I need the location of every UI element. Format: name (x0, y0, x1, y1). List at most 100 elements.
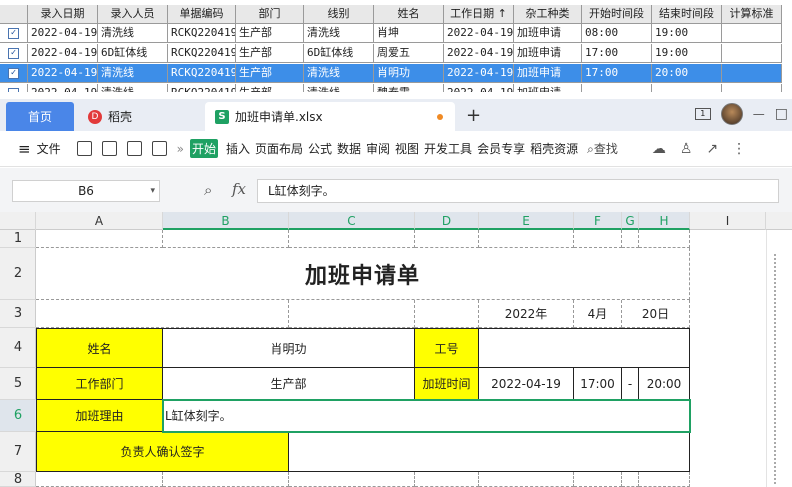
bg-table-cell[interactable]: 加班申请 (514, 44, 582, 63)
cell-e1[interactable] (479, 230, 574, 248)
ribbon-tab[interactable]: 会员专享 (477, 140, 525, 157)
supervisor-signature-label[interactable]: 负责人确认签字 (36, 432, 289, 472)
layout-icon[interactable]: 1 (694, 108, 711, 120)
overtime-dash[interactable]: - (622, 368, 639, 400)
row-header[interactable]: 3 (0, 300, 36, 328)
bg-header-cell[interactable]: 单据编码 (168, 5, 236, 24)
bg-table-cell[interactable]: RCKQ220419 (168, 24, 236, 43)
employee-id-label[interactable]: 工号 (415, 328, 479, 368)
bg-table-row[interactable]: 2022-04-19清洗线RCKQ220419生产部清洗线魏泰震2022-04-… (0, 84, 782, 92)
more-options-icon[interactable]: ⋮ (732, 141, 746, 157)
row-checkbox[interactable]: ✓ (0, 64, 28, 83)
bg-table-cell[interactable]: 周爱五 (374, 44, 444, 63)
ribbon-tab[interactable]: 插入 (226, 140, 250, 157)
department-value[interactable]: 生产部 (163, 368, 415, 400)
bg-table-cell[interactable]: RCKQ220419 (168, 84, 236, 92)
maximize-icon[interactable]: □ (775, 106, 788, 122)
bg-header-cell[interactable]: 姓名 (374, 5, 444, 24)
bg-header-cell[interactable]: 部门 (236, 5, 304, 24)
select-all-corner[interactable] (0, 212, 36, 230)
export-icon[interactable] (101, 141, 117, 156)
bg-table-cell[interactable]: 魏泰震 (374, 84, 444, 92)
name-label[interactable]: 姓名 (36, 328, 163, 368)
bg-header-cell[interactable]: 结束时间段 (652, 5, 722, 24)
tab-start[interactable]: 开始 (189, 139, 218, 158)
bg-table-cell[interactable] (652, 84, 722, 92)
bg-table-cell[interactable]: 19:00 (652, 24, 722, 43)
cell-c3[interactable] (289, 300, 415, 328)
bg-header-cell[interactable]: 录入人员 (98, 5, 168, 24)
employee-id-value[interactable] (479, 328, 690, 368)
column-header[interactable]: A (36, 212, 163, 230)
share-icon[interactable]: ↗ (706, 141, 718, 157)
bg-table-cell[interactable]: 肖明功 (374, 64, 444, 83)
bg-table-row[interactable]: ✓ 2022-04-19 清洗线 RCKQ220419 生产部 清洗线 肖明功 2022-04… (0, 64, 782, 83)
minimize-icon[interactable]: — (753, 107, 765, 121)
bg-table-cell[interactable] (722, 24, 782, 43)
bg-table-cell[interactable]: 加班申请 (514, 24, 582, 43)
cell-f1[interactable] (574, 230, 622, 248)
bg-table-cell[interactable]: 2022-04-19 (444, 84, 514, 92)
tab-home[interactable]: 首页 (6, 102, 74, 131)
bg-table-cell[interactable]: 肖坤 (374, 24, 444, 43)
ribbon-tab[interactable]: 稻壳资源 (530, 140, 578, 157)
share-user-icon[interactable]: ♙ (680, 141, 693, 157)
bg-header-cell[interactable]: 杂工种类 (514, 5, 582, 24)
cell-f8[interactable] (574, 472, 622, 487)
bg-header-cell[interactable]: 计算标准 (722, 5, 782, 24)
row-header[interactable]: 1 (0, 230, 36, 248)
function-icon[interactable]: fx (232, 180, 246, 198)
bg-table-cell[interactable]: 加班申请 (514, 84, 582, 92)
row-checkbox[interactable]: ✓ (0, 44, 28, 63)
bg-table-cell[interactable]: RCKQ220419 (168, 44, 236, 63)
bg-table-cell[interactable]: 20:00 (652, 64, 722, 83)
bg-table-cell[interactable]: 17:00 (582, 44, 652, 63)
bg-table-cell[interactable]: 2022-04-19 (444, 44, 514, 63)
cell-d3[interactable] (415, 300, 479, 328)
bg-table-cell[interactable]: 2022-04-19 (444, 24, 514, 43)
preview-icon[interactable] (151, 141, 167, 156)
tab-docer[interactable]: D 稻壳 (80, 102, 200, 131)
cell-d8[interactable] (415, 472, 479, 487)
ribbon-tab[interactable]: 公式 (308, 140, 332, 157)
row-header[interactable]: 6 (0, 400, 36, 432)
bg-table-cell[interactable]: 2022-04-19 (444, 64, 514, 83)
form-title[interactable]: 加班申请单 (36, 248, 690, 300)
cell-h1[interactable] (639, 230, 690, 248)
row-header[interactable]: 4 (0, 328, 36, 368)
column-header[interactable]: C (289, 212, 415, 230)
bg-table-cell[interactable]: 生产部 (236, 64, 304, 83)
cell-a1[interactable] (36, 230, 163, 248)
bg-table-cell[interactable]: 2022-04-19 (28, 84, 98, 92)
bg-header-cell[interactable]: 工作日期 ↑ (444, 5, 514, 24)
bg-table-cell[interactable]: 清洗线 (304, 64, 374, 83)
year-cell[interactable]: 2022年 (479, 300, 574, 328)
column-header[interactable]: F (574, 212, 622, 230)
supervisor-signature-value[interactable] (289, 432, 690, 472)
cell-d1[interactable] (415, 230, 479, 248)
ribbon-tab[interactable]: 视图 (395, 140, 419, 157)
ribbon-tab[interactable]: 开发工具 (424, 140, 472, 157)
search-command[interactable]: ⌕查找 (587, 140, 618, 157)
column-header[interactable]: E (479, 212, 574, 230)
bg-table-cell[interactable] (722, 64, 782, 83)
column-header[interactable]: I (690, 212, 766, 230)
bg-table-cell[interactable]: 6D缸体线 (304, 44, 374, 63)
vertical-scrollbar[interactable] (766, 230, 792, 487)
bg-header-cell[interactable]: 线别 (304, 5, 374, 24)
formula-input[interactable]: L缸体刻字。 (257, 179, 779, 203)
overtime-end[interactable]: 20:00 (639, 368, 690, 400)
overtime-start[interactable]: 17:00 (574, 368, 622, 400)
ribbon-tab[interactable]: 数据 (337, 140, 361, 157)
row-checkbox[interactable]: ✓ (0, 24, 28, 43)
bg-table-cell[interactable]: RCKQ220419 (168, 64, 236, 83)
bg-table-cell[interactable]: 6D缸体线 (98, 44, 168, 63)
bg-table-cell[interactable]: 2022-04-19 (28, 64, 98, 83)
add-tab-button[interactable]: + (466, 105, 481, 126)
file-menu[interactable]: 文件 (37, 140, 61, 157)
bg-table-cell[interactable]: 2022-04-19 (28, 24, 98, 43)
bg-table-cell[interactable]: 17:00 (582, 64, 652, 83)
name-value[interactable]: 肖明功 (163, 328, 415, 368)
bg-table-cell[interactable]: 2022-04-19 (28, 44, 98, 63)
column-header[interactable]: G (622, 212, 639, 230)
